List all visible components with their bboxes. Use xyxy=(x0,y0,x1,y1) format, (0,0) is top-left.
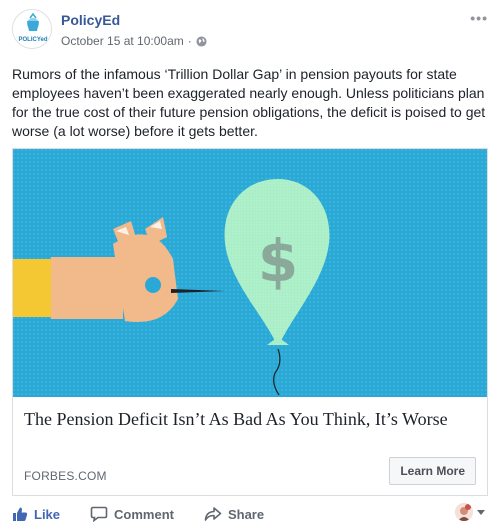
facebook-post: POLICYed PolicyEd October 15 at 10:00am … xyxy=(0,0,499,529)
share-label: Share xyxy=(227,506,265,522)
page-name-link[interactable]: PolicyEd xyxy=(61,12,120,28)
policyed-logo-icon: POLICYed xyxy=(13,10,51,48)
svg-text:POLICYed: POLICYed xyxy=(18,37,47,43)
page-avatar[interactable]: POLICYed xyxy=(12,9,52,49)
post-timestamp[interactable]: October 15 at 10:00am xyxy=(61,34,184,48)
profile-photo-icon xyxy=(455,503,473,521)
link-domain: FORBES.COM xyxy=(24,469,107,483)
link-preview-card[interactable]: $ The Pension Deficit Isn’t As Bad As Yo… xyxy=(12,148,488,496)
globe-icon xyxy=(196,35,207,47)
like-label: Like xyxy=(34,506,61,522)
post-text: Rumors of the infamous ‘Trillion Dollar … xyxy=(12,66,486,139)
comment-button[interactable]: Comment xyxy=(90,506,174,522)
link-preview-image[interactable]: $ xyxy=(13,149,488,397)
share-button[interactable]: Share xyxy=(204,506,264,522)
comment-label: Comment xyxy=(114,506,174,522)
ellipsis-icon[interactable]: ••• xyxy=(470,10,488,26)
link-title[interactable]: The Pension Deficit Isn’t As Bad As You … xyxy=(24,408,464,430)
action-bar: Like Comment Share xyxy=(12,502,488,526)
like-button[interactable]: Like xyxy=(12,506,60,522)
meta-separator: · xyxy=(187,34,192,48)
user-avatar xyxy=(455,503,473,521)
post-as-selector[interactable] xyxy=(455,503,485,521)
share-arrow-icon xyxy=(204,507,222,521)
learn-more-button[interactable]: Learn More xyxy=(389,457,476,485)
post-meta: October 15 at 10:00am · xyxy=(61,34,207,48)
comment-icon xyxy=(90,506,108,522)
svg-text:$: $ xyxy=(258,227,298,295)
chevron-down-icon xyxy=(477,509,485,515)
thumbs-up-icon xyxy=(13,507,28,521)
